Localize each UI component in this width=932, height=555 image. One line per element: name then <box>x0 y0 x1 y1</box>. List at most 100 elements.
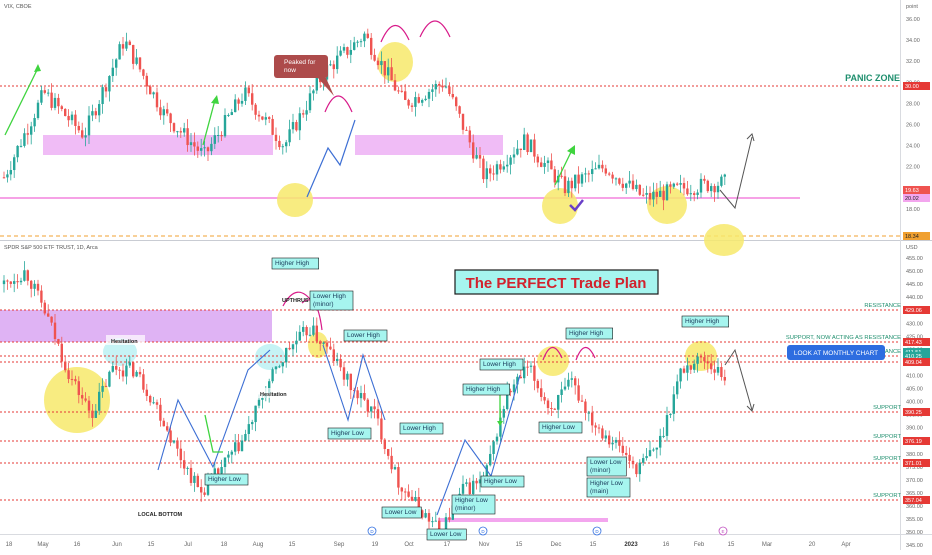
candle-body <box>723 174 726 177</box>
candle-body <box>659 190 662 197</box>
candle-body <box>26 133 29 135</box>
vix-tick-label: 26.00 <box>906 123 920 129</box>
candle-body <box>621 445 624 453</box>
annotation-text-higher_low_2: Higher Low <box>331 430 364 437</box>
spy-tick-label: 455.00 <box>906 256 923 262</box>
candle-body <box>128 41 131 45</box>
candle-body <box>339 358 342 368</box>
candle-body <box>43 90 46 93</box>
time-tick-label: Jul <box>184 542 192 548</box>
candle-body <box>706 180 709 192</box>
candle-body <box>142 374 145 390</box>
candle-body <box>376 409 380 419</box>
candle-body <box>424 98 427 101</box>
candle-body <box>166 109 169 114</box>
level-label: SUPPORT <box>873 493 901 499</box>
candle-body <box>159 107 162 116</box>
candle-body <box>271 369 274 382</box>
price-tag-text: 417.43 <box>905 340 922 346</box>
candle-body <box>33 118 36 127</box>
candle-body <box>189 467 193 483</box>
candle-body <box>305 326 308 336</box>
candle-body <box>186 467 189 469</box>
candle-body <box>329 64 332 66</box>
price-tag-text: 30.00 <box>905 84 919 90</box>
candle-body <box>315 77 318 91</box>
time-tick-label: Oct <box>404 542 414 548</box>
candle-body <box>349 373 352 391</box>
candle-body <box>13 157 16 171</box>
candle-body <box>686 188 689 195</box>
candle-body <box>475 155 478 159</box>
candle-body <box>438 520 441 530</box>
candle-body <box>672 394 675 414</box>
spy-background <box>0 241 900 534</box>
candle-body <box>393 467 397 470</box>
candle-body <box>336 358 339 361</box>
candle-body <box>179 448 182 461</box>
candle-body <box>70 378 74 380</box>
candle-body <box>645 456 648 459</box>
candle-body <box>363 393 366 400</box>
candle-body <box>604 435 607 439</box>
candle-body <box>696 356 699 364</box>
candle-body <box>455 97 458 107</box>
candle-body <box>332 64 335 70</box>
candle-body <box>696 192 699 195</box>
vix-tick-label: 24.00 <box>906 144 920 150</box>
candle-body <box>526 134 529 153</box>
candle-body <box>631 460 635 465</box>
candle-body <box>308 334 312 336</box>
candle-body <box>679 183 682 185</box>
candle-body <box>121 44 125 49</box>
candle-body <box>427 91 431 99</box>
candle-body <box>342 47 346 51</box>
candle-body <box>400 487 403 492</box>
time-tick-label: 15 <box>516 542 523 548</box>
candle-body <box>206 147 210 152</box>
candle-body <box>407 99 410 106</box>
monthly-note[interactable]: LOOK AT MONTHLY CHART <box>787 345 885 360</box>
candle-body <box>104 385 108 387</box>
candle-body <box>213 135 216 144</box>
candle-body <box>36 102 40 119</box>
candle-body <box>468 482 471 494</box>
candle-body <box>468 130 471 143</box>
candle-body <box>577 385 580 401</box>
spy-tick-label: 405.00 <box>906 387 923 393</box>
candle-body <box>196 475 199 488</box>
candle-body <box>414 97 417 107</box>
highlight-circle <box>704 224 744 256</box>
event-marker-label: E <box>721 529 724 534</box>
candle-body <box>587 173 590 175</box>
candle-body <box>584 173 587 175</box>
candle-body <box>227 114 230 116</box>
spy-tick-label: 410.00 <box>906 373 923 379</box>
candle-body <box>70 114 74 121</box>
candle-body <box>315 325 318 342</box>
candle-body <box>397 90 400 92</box>
panic-zone-label: PANIC ZONE <box>845 73 900 83</box>
candle-body <box>693 363 696 370</box>
candle-body <box>669 184 672 187</box>
spy-tick-label: 400.00 <box>906 400 923 406</box>
candle-body <box>125 41 128 49</box>
candle-body <box>611 174 614 179</box>
candle-body <box>580 400 584 402</box>
candle-body <box>189 142 193 146</box>
annotation-text-lower_high_minor: Lower High <box>313 293 346 300</box>
candle-body <box>370 37 373 55</box>
peaked-line-2: now <box>284 67 296 74</box>
candle-body <box>560 389 563 395</box>
candle-body <box>485 168 488 180</box>
candle-body <box>308 93 312 111</box>
candle-body <box>659 435 662 448</box>
candle-body <box>346 47 349 55</box>
candle-body <box>240 440 244 452</box>
candle-body <box>247 424 250 435</box>
annotation-text-higher_low_1: Higher Low <box>208 476 241 483</box>
candle-body <box>393 80 397 91</box>
chart-canvas[interactable]: VIX, CBOE point SPDR S&P 500 ETF TRUST, … <box>0 0 932 550</box>
candle-body <box>638 184 641 195</box>
candle-body <box>502 166 505 170</box>
